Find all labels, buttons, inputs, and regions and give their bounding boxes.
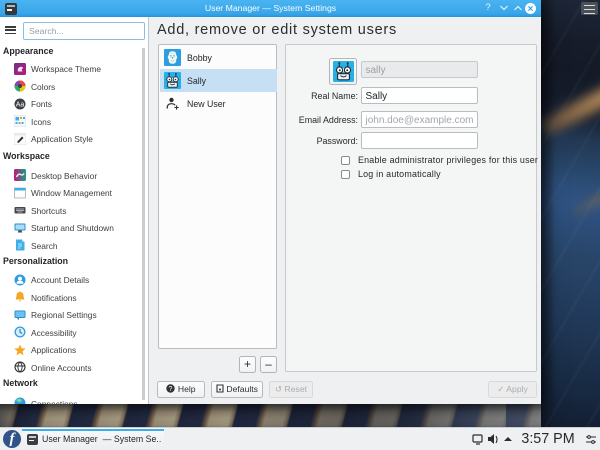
svg-text:?: ? [169, 386, 173, 393]
svg-text:Aa: Aa [16, 101, 25, 108]
